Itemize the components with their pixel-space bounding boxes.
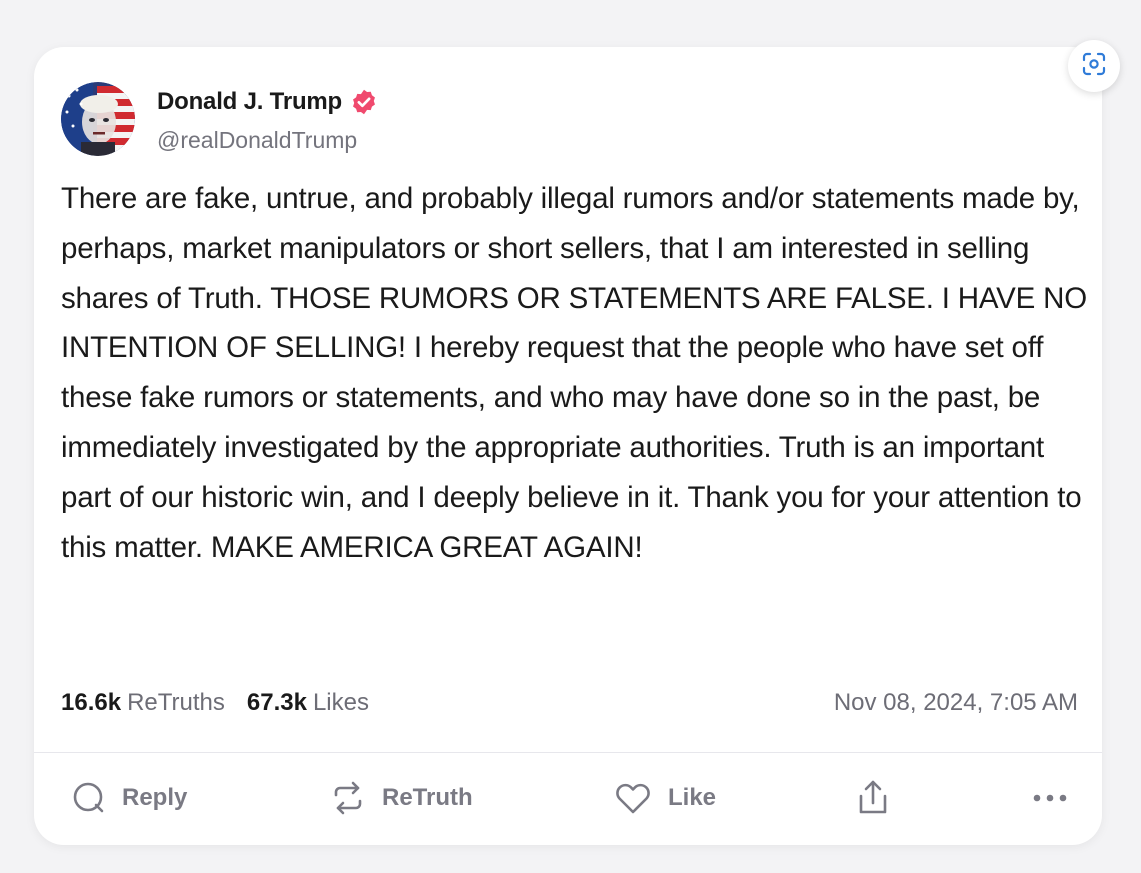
retruth-icon: [330, 780, 366, 816]
share-icon: [856, 779, 890, 817]
more-options-button[interactable]: [1032, 776, 1068, 820]
author-display-name[interactable]: Donald J. Trump: [157, 88, 342, 116]
post-card: Donald J. Trump @realDonaldTrump There a…: [34, 47, 1102, 845]
post-stats: 16.6k ReTruths 67.3k Likes: [61, 689, 369, 717]
verified-badge-icon: [350, 88, 378, 116]
reply-button[interactable]: Reply: [72, 776, 187, 820]
author-row: Donald J. Trump: [157, 87, 378, 117]
heart-icon: [614, 781, 652, 815]
avatar-image: [61, 82, 135, 156]
post-timestamp[interactable]: Nov 08, 2024, 7:05 AM: [834, 689, 1078, 717]
retruths-count: 16.6k: [61, 689, 122, 716]
post-text: There are fake, untrue, and probably ill…: [61, 182, 1087, 564]
visual-search-icon: [1081, 51, 1107, 82]
likes-count: 67.3k: [246, 689, 307, 716]
likes-label: Likes: [312, 689, 369, 716]
avatar[interactable]: [61, 82, 135, 156]
retruth-label: ReTruth: [382, 784, 473, 811]
reply-label: Reply: [122, 784, 188, 811]
divider: [34, 752, 1102, 753]
retruths-stat[interactable]: 16.6k ReTruths: [61, 689, 225, 717]
more-icon: [1032, 793, 1068, 803]
author-handle[interactable]: @realDonaldTrump: [157, 127, 357, 154]
like-button[interactable]: Like: [614, 776, 716, 820]
reply-icon: [72, 781, 106, 815]
visual-search-button[interactable]: [1068, 40, 1120, 92]
share-button[interactable]: [856, 776, 890, 820]
retruth-button[interactable]: ReTruth: [330, 776, 473, 820]
likes-stat[interactable]: 67.3k Likes: [247, 689, 369, 717]
like-label: Like: [668, 784, 717, 811]
retruths-label: ReTruths: [127, 689, 225, 716]
